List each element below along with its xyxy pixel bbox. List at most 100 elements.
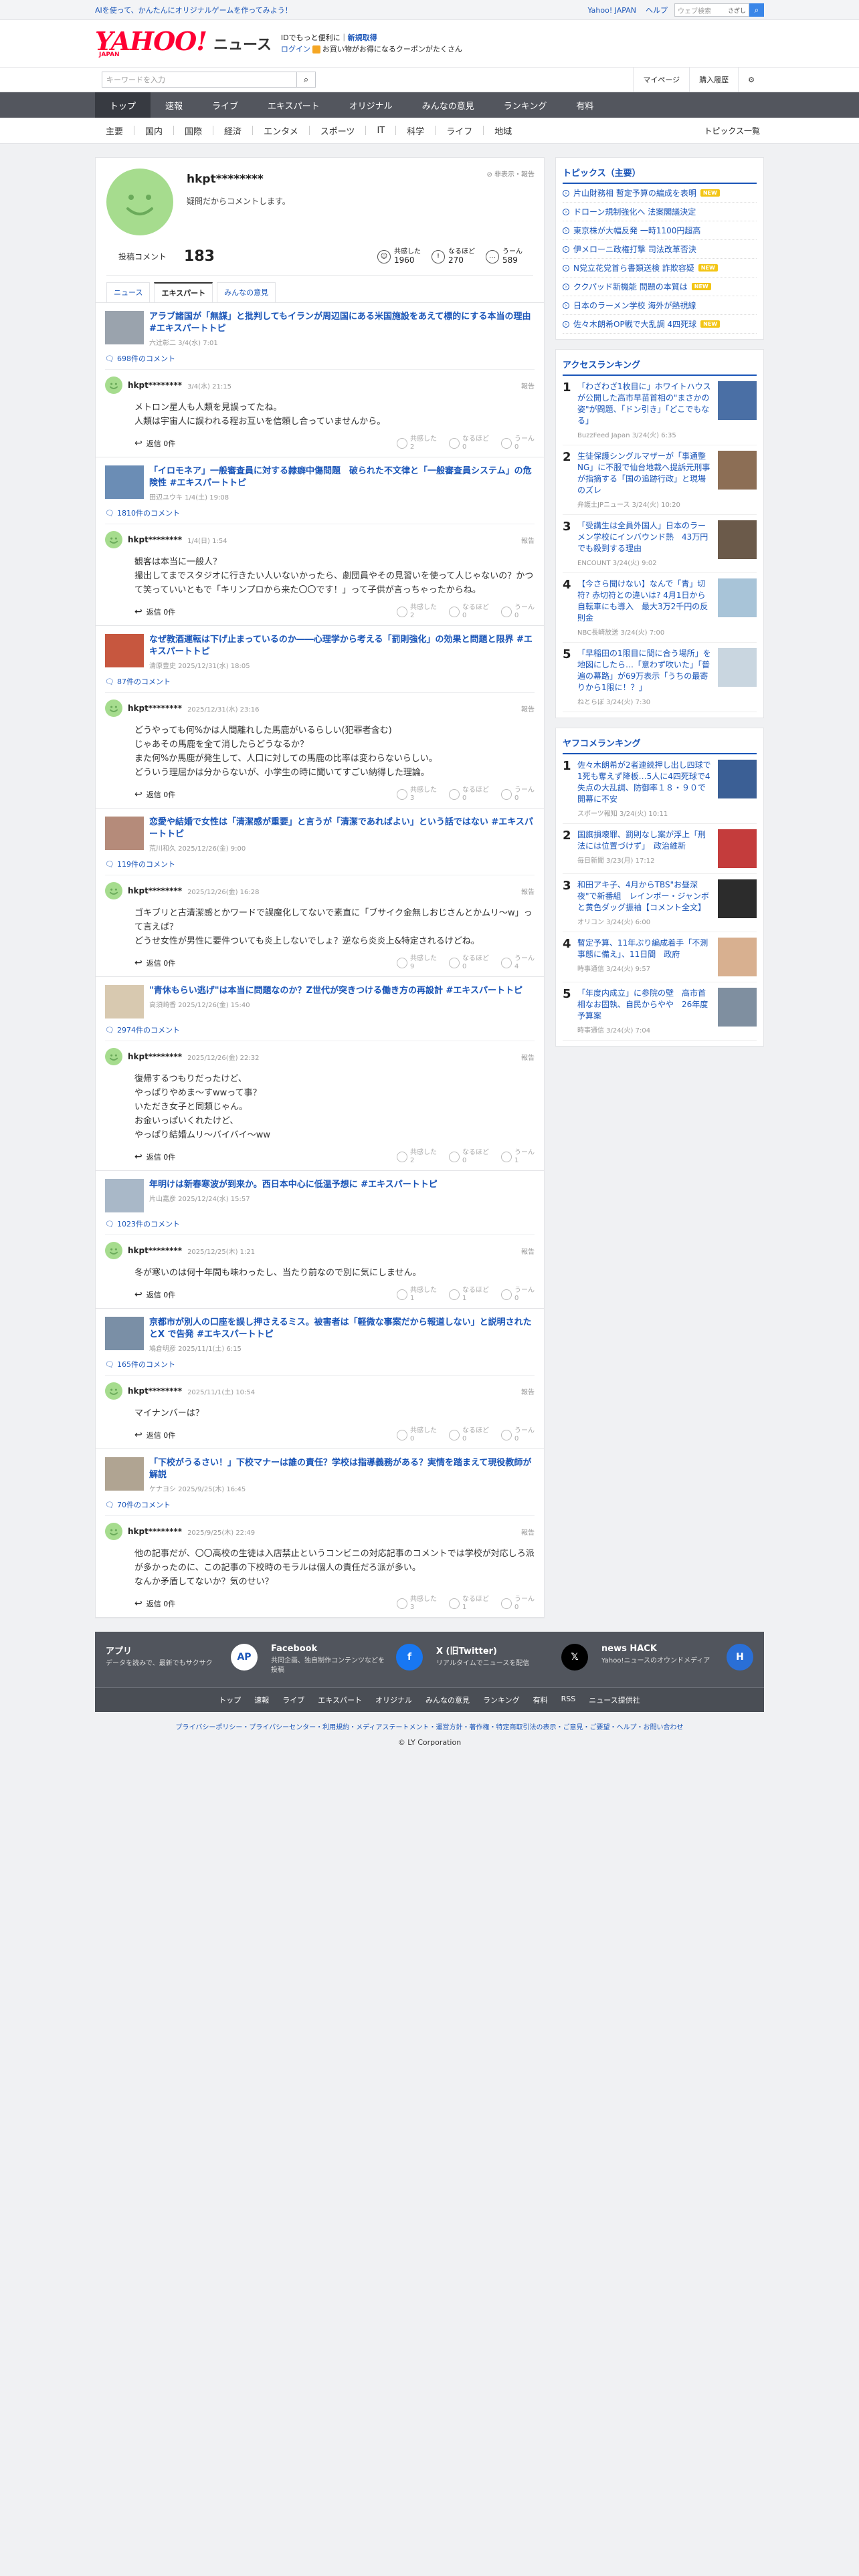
signup-link[interactable]: 新規取得 [348, 33, 377, 42]
reply-button[interactable]: ↩ 返信 0件 [134, 1289, 175, 1300]
nav-paid[interactable]: 有料 [561, 92, 608, 118]
empathy-button[interactable]: 共感した 2 [397, 1149, 437, 1165]
ranking-item[interactable]: 5 「年度内成立」に参院の壁 高市首相なお固執、自民からやや 26年度予算案 時… [563, 982, 757, 1041]
comment-user[interactable]: hkpt******** [128, 1386, 182, 1396]
comment-count-link[interactable]: 🗨 1023件のコメント [105, 1218, 535, 1229]
comment-user[interactable]: hkpt******** [128, 381, 182, 390]
empathy-button[interactable]: 共感した 9 [397, 955, 437, 971]
ranking-title[interactable]: 和田アキ子、4月からTBS"お昼深夜"で新番組 レインボー・ジャンボと黄色ダッグ… [577, 879, 712, 914]
ranking-title[interactable]: 生徒保護シングルマザーが「事通整NG」に不服で仙台地裁へ提訴元刑事が指摘する「国… [577, 451, 712, 496]
hmm-button[interactable]: うーん 0 [501, 1427, 535, 1443]
report-link[interactable]: 報告 [521, 886, 535, 896]
footer-nav-link[interactable]: みんなの意見 [425, 1695, 470, 1705]
reply-button[interactable]: ↩ 返信 0件 [134, 789, 175, 800]
web-search-input[interactable]: ウェブ検索 さぎし [674, 3, 749, 17]
comment-count-link[interactable]: 🗨 1810件のコメント [105, 508, 535, 518]
ranking-thumbnail[interactable] [718, 988, 757, 1027]
comment-count-link[interactable]: 🗨 70件のコメント [105, 1499, 535, 1510]
reply-button[interactable]: ↩ 返信 0件 [134, 607, 175, 617]
article-thumbnail[interactable] [105, 634, 144, 667]
comment-user[interactable]: hkpt******** [128, 1246, 182, 1255]
ranking-item[interactable]: 4 【今さら聞けない】なんで「青」切符? 赤切符との違いは? 4月1日から自転車… [563, 573, 757, 643]
nav-opinions[interactable]: みんなの意見 [407, 92, 489, 118]
reply-button[interactable]: ↩ 返信 0件 [134, 1598, 175, 1609]
mypage-button[interactable]: マイページ [633, 68, 689, 92]
reply-button[interactable]: ↩ 返信 0件 [134, 438, 175, 449]
ranking-thumbnail[interactable] [718, 879, 757, 918]
report-link[interactable]: 報告 [521, 381, 535, 391]
article-thumbnail[interactable] [105, 465, 144, 499]
ranking-thumbnail[interactable] [718, 578, 757, 617]
topic-item[interactable]: › 東京株が大幅反発 一時1100円超高 [563, 221, 757, 240]
footer-nav-link[interactable]: ランキング [483, 1695, 520, 1705]
insight-button[interactable]: なるほど 0 [449, 1427, 489, 1443]
ranking-title[interactable]: 「早稲田の1限目に間に合う場所」を地図にしたら…「意わず吹いた」「普遍の幕路」が… [577, 648, 712, 693]
ranking-item[interactable]: 4 暫定予算、11年ぶり編成着手「不測事態に備え」、11日間 政府 時事通信 3… [563, 932, 757, 982]
footer-nav-link[interactable]: オリジナル [375, 1695, 412, 1705]
ranking-title[interactable]: 佐々木朗希が2者連続押し出し四球で1死も奪えず降板…5人に4四死球で4失点の大乱… [577, 760, 712, 805]
ranking-title[interactable]: 国旗損壊罪、罰則なし案が浮上「刑法には位置づけず」 政治維新 [577, 829, 712, 852]
empathy-button[interactable]: 共感した 1 [397, 1287, 437, 1303]
hmm-button[interactable]: うーん 0 [501, 1596, 535, 1612]
ranking-thumbnail[interactable] [718, 760, 757, 798]
tab-opinions[interactable]: みんなの意見 [217, 282, 276, 302]
news-search-input[interactable]: キーワードを入力 [102, 74, 296, 85]
ranking-item[interactable]: 1 「わざわざ1枚目に」ホワイトハウスが公開した高市早苗首相の"まさかの姿"が問… [563, 376, 757, 445]
topic-item[interactable]: › 伊メローニ政権打撃 司法改革否決 [563, 240, 757, 259]
footer-nav-link[interactable]: ライブ [282, 1695, 304, 1705]
empathy-button[interactable]: 共感した 0 [397, 1427, 437, 1443]
ranking-thumbnail[interactable] [718, 520, 757, 559]
topic-item[interactable]: › ククパッド新機能 問題の本質は NEW [563, 278, 757, 296]
comment-count-link[interactable]: 🗨 698件のコメント [105, 353, 535, 364]
hmm-button[interactable]: うーん 0 [501, 435, 535, 451]
search-icon[interactable]: ⌕ [749, 3, 764, 17]
cat-science[interactable]: 科学 [396, 124, 435, 137]
hmm-button[interactable]: うーん 0 [501, 786, 535, 802]
footer-app-1[interactable]: Facebook 共同企画、独自制作コンテンツなどを投稿 f [271, 1644, 423, 1675]
report-link[interactable]: 報告 [521, 535, 535, 545]
article-title[interactable]: 恋愛や結婚で女性は「清潔感が重要」と言うが「清潔であればよい」という話ではない … [149, 817, 535, 841]
nav-breaking[interactable]: 速報 [151, 92, 197, 118]
article-thumbnail[interactable] [105, 1179, 144, 1212]
yahoo-japan-link[interactable]: Yahoo! JAPAN [585, 6, 639, 15]
ranking-title[interactable]: 暫定予算、11年ぶり編成着手「不測事態に備え」、11日間 政府 [577, 938, 712, 960]
footer-nav-link[interactable]: RSS [561, 1695, 576, 1705]
article-thumbnail[interactable] [105, 817, 144, 850]
ranking-item[interactable]: 2 生徒保護シングルマザーが「事通整NG」に不服で仙台地裁へ提訴元刑事が指摘する… [563, 445, 757, 515]
cat-sports[interactable]: スポーツ [310, 124, 366, 137]
cat-entertainment[interactable]: エンタメ [253, 124, 309, 137]
article-title[interactable]: アラブ諸国が「無謀」と批判してもイランが周辺国にある米国施設をあえて標的にする本… [149, 311, 535, 335]
article-thumbnail[interactable] [105, 985, 144, 1018]
cat-world[interactable]: 国際 [174, 124, 213, 137]
facebook-icon[interactable]: f [396, 1644, 423, 1671]
cat-life[interactable]: ライフ [436, 124, 483, 137]
article-title[interactable]: なぜ教酒運転は下げ止まっているのか――心理学から考える「罰則強化」の効果と問題と… [149, 634, 535, 658]
gear-icon[interactable]: ⚙ [738, 68, 764, 92]
ranking-item[interactable]: 2 国旗損壊罪、罰則なし案が浮上「刑法には位置づけず」 政治維新 毎日新聞 3/… [563, 824, 757, 874]
report-link[interactable]: 報告 [521, 1527, 535, 1537]
nav-live[interactable]: ライブ [197, 92, 253, 118]
cat-main[interactable]: 主要 [95, 124, 134, 137]
purchase-history-button[interactable]: 購入履歴 [689, 68, 738, 92]
comment-count-link[interactable]: 🗨 119件のコメント [105, 859, 535, 869]
ranking-thumbnail[interactable] [718, 381, 757, 420]
empathy-button[interactable]: 共感した 3 [397, 1596, 437, 1612]
insight-button[interactable]: なるほど 1 [449, 1596, 489, 1612]
report-link[interactable]: 報告 [521, 1246, 535, 1256]
footer-app-2[interactable]: X (旧Twitter) リアルタイムでニュースを配信 𝕏 [436, 1644, 588, 1675]
help-link[interactable]: ヘルプ [643, 5, 670, 15]
topic-item[interactable]: › 日本のラーメン学校 海外が熱視線 [563, 296, 757, 315]
promo-link[interactable]: AIを使って、かんたんにオリジナルゲームを作ってみよう！ [95, 5, 581, 15]
article-title[interactable]: 京都市が別人の口座を誤し押さえるミス。被害者は「軽微な事案だから報道しない」と説… [149, 1317, 535, 1341]
footer-nav-link[interactable]: ニュース提供社 [589, 1695, 640, 1705]
empathy-button[interactable]: 共感した 3 [397, 786, 437, 802]
search-icon[interactable]: ⌕ [296, 72, 315, 87]
nav-ranking[interactable]: ランキング [489, 92, 562, 118]
ranking-thumbnail[interactable] [718, 648, 757, 687]
topic-item[interactable]: › ドローン規制強化へ 法案閣議決定 [563, 203, 757, 221]
cat-economy[interactable]: 経済 [213, 124, 252, 137]
ranking-title[interactable]: 「わざわざ1枚目に」ホワイトハウスが公開した高市早苗首相の"まさかの姿"が問題、… [577, 381, 712, 427]
empathy-button[interactable]: 共感した 2 [397, 435, 437, 451]
footer-app-3[interactable]: news HACK Yahoo!ニュースのオウンドメディア H [601, 1644, 753, 1675]
ranking-thumbnail[interactable] [718, 938, 757, 976]
